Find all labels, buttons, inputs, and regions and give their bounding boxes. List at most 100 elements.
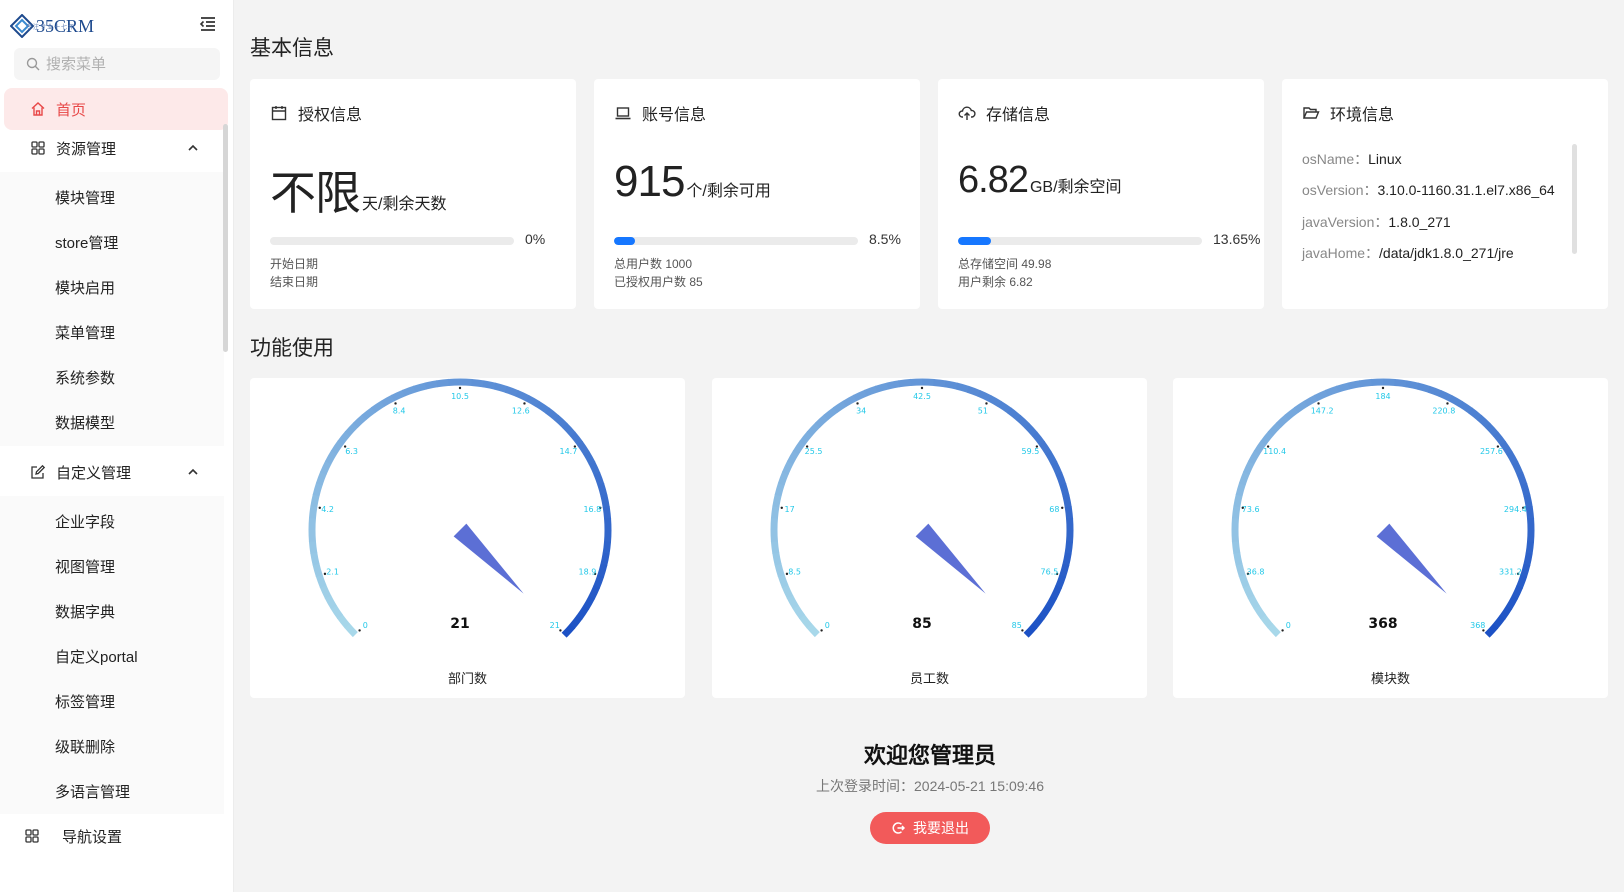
- gauge-arc-segment: [582, 595, 595, 610]
- gauge-arc-segment: [569, 431, 584, 446]
- gauge-arc-segment: [777, 573, 789, 588]
- gauge-value: 21: [450, 616, 469, 632]
- gauge-arc-segment: [875, 382, 890, 393]
- gauge-tick: [458, 386, 462, 390]
- gauge-arc-segment: [1394, 378, 1408, 388]
- gauge-tick-label: 368: [1470, 621, 1485, 630]
- gauge-arc-segment: [1336, 382, 1351, 393]
- env-row-osname: osName：Linux: [1302, 151, 1402, 167]
- submenu-item[interactable]: 系统参数: [0, 357, 224, 397]
- gauge-arc-segment: [588, 585, 600, 600]
- submenu-item[interactable]: 数据字典: [0, 591, 224, 631]
- gauge-tick-label: 10.5: [451, 392, 469, 401]
- gauge-card-employees: 0 8.5 17 25.5 34 42.5 51 59.5 68 76.5 85 85 员工数: [712, 378, 1147, 698]
- sidebar: 35CRM 专注专业十七年 首页 资源管理 模块管理: [0, 0, 234, 892]
- gauge-arc-segment: [459, 378, 473, 387]
- gauge-arc-segment: [1427, 385, 1442, 397]
- env-row-osversion: osVersion：3.10.0-1160.31.1.el7.x86_64: [1302, 182, 1555, 198]
- gauge-arc-segment: [1238, 573, 1250, 588]
- submenu-item[interactable]: store管理: [0, 222, 224, 262]
- gauge-tick-label: 12.6: [512, 407, 530, 416]
- gauge-arc-segment: [344, 623, 358, 638]
- gauge-arc-segment: [1024, 422, 1038, 437]
- gauge-arc-segment: [1055, 574, 1067, 589]
- gauge-arc-segment: [1275, 414, 1290, 428]
- account-licensed-users: 已授权用户数 85: [614, 275, 703, 289]
- gauge-arc-segment: [1031, 431, 1046, 446]
- collapse-menu-icon[interactable]: [198, 14, 218, 34]
- gauge-arc-segment: [569, 614, 583, 629]
- gauge-arc-segment: [424, 380, 439, 390]
- gauge-arc-segment: [576, 605, 590, 620]
- gauge-arc-segment: [1031, 614, 1045, 629]
- gauge-arc-segment: [370, 400, 386, 414]
- gauge-tick-label: 0: [825, 621, 830, 630]
- logout-button[interactable]: 我要退出: [870, 812, 990, 844]
- submenu-item[interactable]: 数据模型: [0, 402, 224, 442]
- gauge-arc-segment: [774, 562, 785, 577]
- gauge-arc-segment: [886, 380, 901, 390]
- submenu-item[interactable]: 模块管理: [0, 177, 224, 217]
- gauge-arc-segment: [921, 378, 935, 387]
- gauge-tick-label: 42.5: [913, 392, 931, 401]
- gauge-arc-segment: [772, 551, 782, 566]
- menu-search[interactable]: [14, 48, 220, 80]
- gauge-label: 员工数: [909, 671, 949, 686]
- gauge-arc-segment: [1492, 614, 1506, 629]
- gauge-arc-segment: [1260, 431, 1274, 446]
- gauge-card-departments: 0 2.1 4.2 6.3 8.4 10.5 12.6 14.7 16.8 18.9 21 21 部门…: [250, 378, 685, 698]
- gauge-arc-segment: [602, 541, 612, 555]
- gauge-arc-segment: [1516, 472, 1528, 487]
- gauge-arc-segment: [774, 482, 785, 497]
- gauge-arc-segment: [325, 450, 338, 465]
- menu-search-input[interactable]: [46, 55, 206, 73]
- gauge-tick-label: 147.2: [1311, 407, 1334, 416]
- env-scrollbar[interactable]: [1572, 144, 1577, 254]
- gauge-arc-segment: [1050, 461, 1063, 476]
- gauge-tick-label: 0: [363, 621, 368, 630]
- gauge-tick-label: 8.5: [788, 567, 801, 576]
- gauge-arc-segment: [337, 431, 351, 446]
- nav-settings[interactable]: 导航设置: [0, 814, 228, 858]
- gauge-arc-segment: [352, 414, 367, 428]
- gauge-arc-segment: [1523, 494, 1533, 509]
- menu-item-home[interactable]: 首页: [4, 88, 228, 130]
- submenu-item[interactable]: 企业字段: [0, 501, 224, 541]
- gauge-arc-segment: [1231, 505, 1241, 519]
- menu-group-custom[interactable]: 自定义管理: [4, 451, 228, 493]
- submenu-item[interactable]: 自定义portal: [0, 636, 224, 676]
- gauge-tick-label: 294.4: [1504, 505, 1527, 514]
- gauge-arc-segment: [1520, 563, 1531, 578]
- gauge-tick-label: 25.5: [805, 447, 823, 456]
- gauge-arc-segment: [344, 422, 359, 437]
- gauge-arc-segment: [1064, 541, 1074, 555]
- gauge-tick-label: 59.5: [1022, 447, 1040, 456]
- license-title: 授权信息: [298, 107, 363, 124]
- gauge-arc-segment: [1235, 562, 1246, 577]
- menu-scrollbar[interactable]: [223, 124, 228, 352]
- submenu-item[interactable]: 菜单管理: [0, 312, 224, 352]
- account-unit: 个/剩余可用: [686, 183, 771, 200]
- submenu-item[interactable]: 模块启用: [0, 267, 224, 307]
- gauge-arc-segment: [1448, 395, 1463, 408]
- submenu-item[interactable]: 视图管理: [0, 546, 224, 586]
- submenu-item[interactable]: 多语言管理: [0, 771, 224, 811]
- storage-card: 存储信息 6.82 GB/剩余空间 13.65% 总存储空间 49.98 用户剩…: [938, 79, 1264, 309]
- storage-percent: 13.65%: [1213, 231, 1261, 247]
- license-progress: [270, 237, 514, 245]
- submenu-item[interactable]: 级联删除: [0, 726, 224, 766]
- gauge-arc-segment: [1038, 440, 1052, 456]
- menu-group-resource[interactable]: 资源管理: [4, 127, 228, 169]
- gauge-arc-segment: [933, 378, 947, 388]
- storage-progress: [958, 237, 1202, 245]
- gauge-tick-label: 36.8: [1247, 567, 1265, 576]
- gauge-arc-segment: [955, 382, 970, 393]
- gauge-arc-segment: [602, 506, 612, 520]
- grid-icon: [30, 140, 46, 156]
- env-title: 环境信息: [1330, 107, 1395, 124]
- gauge-needle: [453, 523, 524, 594]
- gauge-arc-segment: [576, 440, 590, 456]
- gauge-arc-segment: [1231, 517, 1240, 531]
- submenu-item[interactable]: 标签管理: [0, 681, 224, 721]
- gauge-arc-segment: [770, 517, 779, 531]
